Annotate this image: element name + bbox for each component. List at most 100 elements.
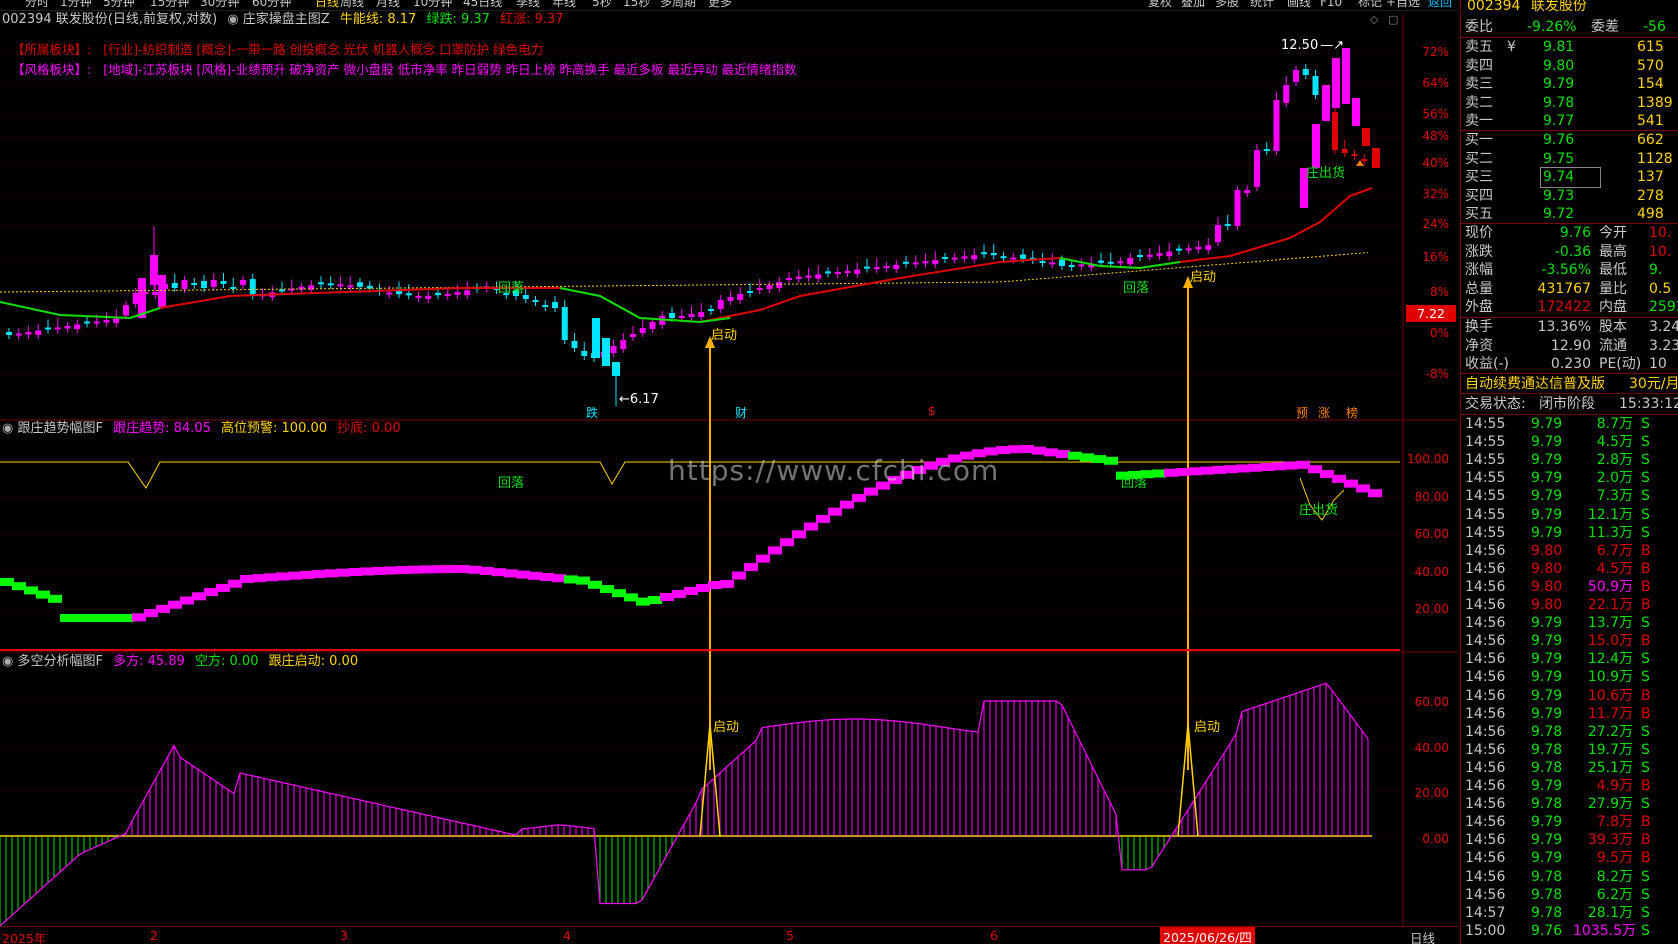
tick-row: 14:56 9.79 4.9万 B: [1465, 778, 1651, 794]
bang-marker: 榜: [1346, 406, 1359, 420]
candle-body: [1195, 246, 1202, 250]
trend-block: [1236, 464, 1250, 473]
pane3-qidong-2: 启动: [1194, 720, 1221, 735]
candle-body: [747, 291, 753, 293]
ma-line-red: [0, 187, 1373, 324]
quote-name: 联发股份: [1530, 0, 1587, 14]
current-price-tag: 7.22: [1406, 305, 1456, 322]
candle-body: [1234, 190, 1241, 226]
buy-level-5[interactable]: 买五 9.72 498: [1461, 205, 1678, 224]
candle-body: [834, 272, 841, 274]
buy-level-4[interactable]: 买四 9.73 278: [1461, 187, 1678, 206]
candle-body: [815, 274, 822, 279]
stat-row: 总量 431767 量比 0.5: [1465, 280, 1672, 297]
pane3-title[interactable]: 多空分析幅图F: [17, 654, 102, 669]
trend-block: [324, 569, 338, 578]
trend-block: [708, 581, 722, 589]
trend-block: [1212, 465, 1226, 474]
period-label[interactable]: 日线: [1410, 928, 1435, 944]
candle-body: [1107, 261, 1114, 264]
trend-block: [480, 567, 494, 575]
candle-body: [103, 320, 110, 323]
cursor-date: 2025/06/26/四: [1160, 927, 1255, 944]
sell-level-2[interactable]: 卖二 9.78 1389: [1461, 94, 1678, 113]
candle-body: [1020, 254, 1026, 259]
candle-body: [435, 292, 441, 296]
trend-block: [1356, 484, 1370, 493]
candle-body: [688, 314, 695, 317]
candle-body: [1372, 148, 1380, 168]
candle-body: [84, 321, 90, 324]
tick-row: 14:56 9.79 10.6万 B: [1465, 687, 1651, 704]
trend-block: [0, 578, 14, 586]
axis-label: 20.00: [1414, 786, 1449, 800]
candle-body: [1342, 48, 1350, 104]
candle-body: [844, 270, 851, 273]
tick-row: 14:55 9.79 8.7万 S: [1465, 416, 1650, 432]
trend-block: [120, 614, 134, 622]
candle-body: [415, 295, 422, 298]
candle-body: [113, 318, 120, 323]
pane2-toggle-icon[interactable]: ◉: [2, 421, 13, 436]
candle-body: [727, 297, 734, 301]
pane2-header: ◉ 跟庄趋势幅图F 跟庄趋势: 84.05 高位预警: 100.00 抄底: 0…: [2, 421, 401, 437]
pane2-axis: 100.00 80.00 60.00 40.00 20.00: [1405, 420, 1457, 650]
tick-row: 14:56 9.80 4.5万 B: [1465, 560, 1651, 577]
trend-block: [612, 589, 626, 598]
buy-level-2[interactable]: 买二 9.75 1128: [1461, 150, 1678, 169]
candle-body: [602, 338, 610, 366]
trend-block: [348, 568, 362, 577]
tick-row: 14:56 9.78 27.2万 S: [1465, 723, 1650, 740]
pane2-title[interactable]: 跟庄趋势幅图F: [17, 421, 102, 436]
candle-body: [15, 333, 22, 336]
axis-label: 40.00: [1414, 565, 1449, 579]
trend-block: [180, 596, 194, 605]
candle-body: [1156, 253, 1163, 256]
buy-level-1[interactable]: 买一 9.76 662: [1461, 131, 1678, 150]
sell-level-1[interactable]: 卖一 9.77 541: [1461, 112, 1678, 131]
trend-block: [732, 571, 746, 580]
pane2-bottom-value: 0.00: [371, 421, 401, 436]
trend-block: [240, 575, 254, 583]
pane2-zhuangchu: 庄出货: [1299, 503, 1339, 518]
huiluo-label-1: 回落: [498, 281, 525, 296]
candle-body: [74, 324, 81, 329]
candle-body: [893, 264, 900, 269]
candle-body: [942, 257, 948, 259]
trend-block: [1260, 463, 1274, 471]
trend-block: [804, 522, 818, 531]
die-marker: 跌: [586, 406, 599, 420]
buy-level-3[interactable]: 买三 9.74 137: [1461, 167, 1678, 188]
candle-body: [776, 282, 783, 288]
ad-row[interactable]: 自动续费通达信普及版 30元/月: [1461, 375, 1678, 394]
main-price-axis: 72% 64% 56% 48% 40% 32% 24% 16% 8% 0% -8%: [1405, 0, 1457, 420]
date-axis: 2025年 2 3 4 5 6 2025/06/26/四 日线: [0, 926, 1458, 944]
candle-body: [318, 282, 324, 285]
candle-body: [620, 340, 627, 349]
axis-label: 24%: [1422, 217, 1449, 231]
sell-level-5[interactable]: 卖五 ¥9.81 615: [1461, 38, 1678, 57]
candle-body: [981, 252, 987, 255]
candle-body: [181, 280, 188, 289]
candle-body: [1293, 70, 1299, 82]
sell-level-4[interactable]: 卖四 9.80 570: [1461, 57, 1678, 76]
axis-label: 16%: [1422, 250, 1449, 264]
candle-body: [766, 285, 773, 289]
pane3-toggle-icon[interactable]: ◉: [2, 654, 13, 669]
sell-level-3[interactable]: 卖三 9.79 154: [1461, 75, 1678, 94]
pane3-start-label: 跟庄启动:: [268, 654, 326, 669]
candle-body: [454, 292, 461, 295]
trend-block: [36, 590, 50, 599]
candle-body: [1273, 100, 1280, 151]
candle-body: [1127, 258, 1134, 265]
candle-body: [152, 292, 159, 295]
candle-body: [961, 256, 968, 259]
trend-block: [792, 530, 806, 539]
candle-body: [54, 327, 61, 330]
axis-label: 56%: [1422, 107, 1449, 121]
trend-block: [576, 576, 590, 585]
candle-body: [912, 262, 919, 265]
candle-body: [708, 309, 714, 311]
trend-block: [336, 568, 350, 577]
candle-body: [737, 294, 744, 300]
